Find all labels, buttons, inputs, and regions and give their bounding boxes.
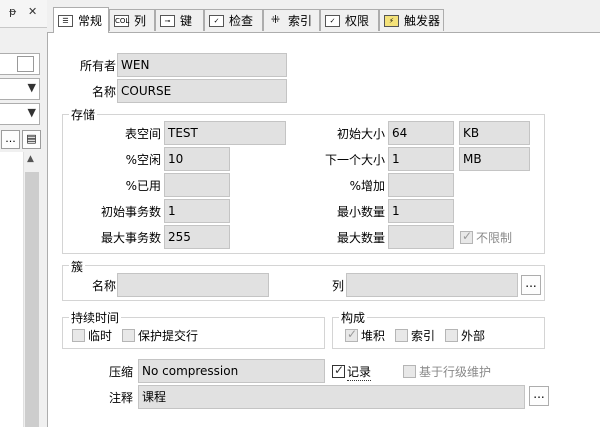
left-scrollbar[interactable]: ▲: [23, 152, 40, 427]
permission-icon: ✓: [325, 14, 340, 27]
row-level-checkbox[interactable]: [403, 365, 416, 378]
owner-field[interactable]: WEN: [117, 53, 287, 77]
tab-bar: ☰ 常规 COL 列 ⊸ 键 ✓ 检查 ⁜ 索引 ✓ 权限 ⚡ 触发器: [47, 0, 600, 33]
left-dropdown-2[interactable]: ▼: [0, 103, 40, 125]
max-trans-field[interactable]: 255: [164, 225, 230, 249]
preserve-rows-label: 保护提交行: [138, 329, 199, 343]
heap-checkbox[interactable]: [345, 327, 358, 342]
cluster-column-label: 列: [332, 279, 345, 293]
pct-free-field[interactable]: 10: [164, 147, 230, 171]
logging-checkbox[interactable]: [332, 363, 345, 378]
external-label: 外部: [461, 329, 486, 343]
cluster-title: 簇: [69, 258, 86, 275]
heap-label: 堆积: [361, 329, 386, 343]
next-field[interactable]: 1: [388, 147, 454, 171]
index-icon: ⁜: [270, 12, 281, 26]
chevron-down-icon: ▼: [27, 106, 36, 119]
next-label: 下一个大小: [324, 153, 385, 167]
next-unit-field[interactable]: MB: [459, 147, 530, 171]
comment-label: 注释: [109, 391, 134, 405]
left-dropdown-1[interactable]: ▼: [0, 78, 40, 100]
scrollbar-thumb[interactable]: [25, 172, 39, 427]
comment-ellipsis-button[interactable]: ...: [529, 386, 549, 406]
organization-title: 构成: [339, 309, 368, 326]
trigger-icon: ⚡: [384, 14, 399, 27]
storage-title: 存储: [69, 106, 98, 123]
tab-general[interactable]: ☰ 常规: [53, 7, 109, 33]
tab-label: 索引: [288, 14, 313, 28]
general-tab-content: 所有者 WEN 名称 COURSE 存储 表空间 TEST %空闲 10 %已用…: [47, 32, 600, 427]
tablespace-label: 表空间: [124, 127, 161, 141]
tab-triggers[interactable]: ⚡ 触发器: [379, 9, 444, 31]
document-icon[interactable]: ▤: [22, 130, 41, 149]
key-icon: ⊸: [160, 14, 175, 27]
cluster-name-field[interactable]: [117, 273, 269, 297]
temporary-label: 临时: [88, 329, 113, 343]
initial-unit-field[interactable]: KB: [459, 121, 530, 145]
row-level-label: 基于行级维护: [419, 365, 492, 379]
temporary-checkbox[interactable]: [72, 329, 85, 342]
owner-label: 所有者: [80, 59, 117, 73]
check-icon: ✓: [209, 14, 224, 27]
tab-columns[interactable]: COL 列: [109, 9, 155, 31]
max-trans-label: 最大事务数: [100, 231, 161, 245]
compress-field[interactable]: No compression: [138, 359, 325, 383]
pct-free-label: %空闲: [125, 153, 161, 167]
chevron-down-icon: ▼: [27, 81, 36, 94]
pct-increase-label: %增加: [349, 179, 385, 193]
ini-trans-field[interactable]: 1: [164, 199, 230, 223]
name-field[interactable]: COURSE: [117, 79, 287, 103]
scroll-up-icon[interactable]: ▲: [27, 154, 34, 164]
logging-label: 记录: [347, 365, 372, 381]
more-button[interactable]: ...: [1, 130, 20, 149]
max-extents-field[interactable]: [388, 225, 454, 249]
tab-label: 触发器: [404, 14, 441, 28]
initial-label: 初始大小: [336, 127, 385, 141]
initial-field[interactable]: 64: [388, 121, 454, 145]
tab-keys[interactable]: ⊸ 键: [155, 9, 204, 31]
index-organized-checkbox[interactable]: [395, 329, 408, 342]
ini-trans-label: 初始事务数: [100, 205, 161, 219]
tablespace-field[interactable]: TEST: [164, 121, 286, 145]
pin-icon[interactable]: ᵽ: [9, 6, 16, 18]
pct-used-field[interactable]: [164, 173, 230, 197]
max-extents-label: 最大数量: [336, 231, 385, 245]
compress-label: 压缩: [109, 365, 134, 379]
cluster-column-ellipsis-button[interactable]: ...: [521, 275, 541, 295]
tab-label: 权限: [345, 14, 370, 28]
tab-label: 检查: [229, 14, 254, 28]
tab-label: 键: [180, 14, 193, 28]
duration-title: 持续时间: [69, 309, 122, 326]
index-organized-label: 索引: [411, 329, 436, 343]
external-checkbox[interactable]: [445, 329, 458, 342]
cluster-column-field[interactable]: [346, 273, 518, 297]
pct-increase-field[interactable]: [388, 173, 454, 197]
unlimited-checkbox[interactable]: [460, 229, 473, 244]
close-icon[interactable]: ✕: [28, 6, 37, 18]
cluster-name-label: 名称: [92, 279, 117, 293]
min-extents-label: 最小数量: [336, 205, 385, 219]
unlimited-label: 不限制: [476, 231, 513, 245]
tab-indexes[interactable]: ⁜ 索引: [263, 9, 320, 31]
pct-used-label: %已用: [125, 179, 161, 193]
tab-permissions[interactable]: ✓ 权限: [320, 9, 379, 31]
left-list[interactable]: [0, 152, 23, 427]
left-input[interactable]: [0, 53, 40, 75]
left-panel: ᵽ ✕ ▼ ▼ ... ▤ ▲: [0, 0, 47, 427]
tab-label: 常规: [78, 14, 103, 28]
tab-label: 列: [134, 14, 147, 28]
comment-field[interactable]: 课程: [138, 385, 525, 409]
preserve-rows-checkbox[interactable]: [122, 329, 135, 342]
name-label: 名称: [92, 85, 117, 99]
left-panel-header: ᵽ ✕: [0, 0, 47, 28]
column-icon: COL: [114, 14, 130, 27]
tab-checks[interactable]: ✓ 检查: [204, 9, 263, 31]
min-extents-field[interactable]: 1: [388, 199, 454, 223]
general-icon: ☰: [58, 14, 73, 27]
